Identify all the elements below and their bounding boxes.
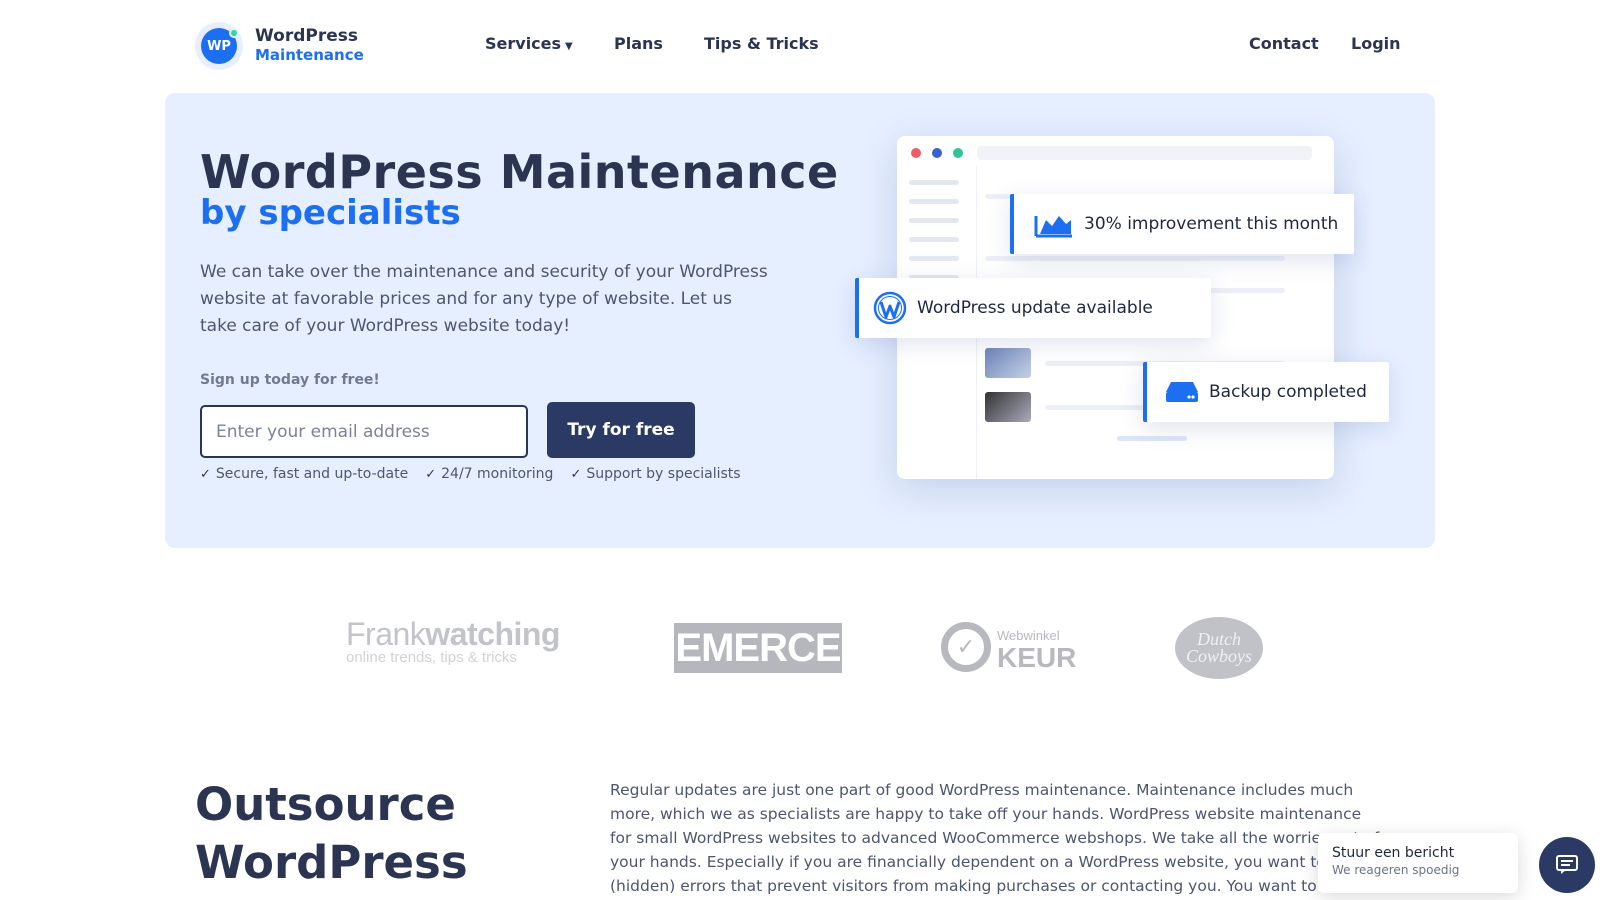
nav-services-label: Services: [485, 34, 562, 53]
benefit-item: ✓ Secure, fast and up-to-date: [200, 466, 408, 482]
benefit-item: ✓ Support by specialists: [570, 466, 740, 482]
frankwatching-logo[interactable]: Frankwatching online trends, tips & tric…: [346, 616, 560, 666]
site-logo[interactable]: WP WordPress Maintenance: [195, 22, 364, 70]
improvement-text: 30% improvement this month: [1084, 214, 1339, 234]
update-notification: WordPress update available: [855, 278, 1211, 338]
mock-line: [985, 256, 1285, 261]
outsource-title-line1: Outsource: [195, 778, 456, 831]
window-dot-blue: [932, 148, 942, 158]
benefit-label: Secure, fast and up-to-date: [215, 466, 409, 482]
dutch-cowboys-logo[interactable]: Dutch Cowboys: [1175, 617, 1263, 679]
benefit-label: Support by specialists: [586, 466, 741, 482]
logo-status-dot: [229, 28, 239, 38]
nav-plans[interactable]: Plans: [614, 34, 663, 53]
hero-title: WordPress Maintenance: [200, 145, 839, 199]
check-icon: ✓: [200, 466, 211, 482]
keur-big-text: KEUR: [997, 642, 1077, 673]
outsource-text: Regular updates are just one part of goo…: [610, 781, 1379, 895]
improvement-notification: 30% improvement this month: [1010, 194, 1354, 254]
logo-text: WordPress Maintenance: [255, 27, 364, 65]
window-dot-green: [953, 148, 963, 158]
window-controls: [911, 148, 974, 158]
logo-line2: Maintenance: [255, 46, 364, 64]
mock-link-line: [1117, 436, 1187, 441]
emerce-logo[interactable]: EMERCE: [674, 623, 842, 673]
benefits-list: ✓ Secure, fast and up-to-date ✓ 24/7 mon…: [200, 466, 758, 482]
frankwatching-logo-part1: Frank: [346, 616, 426, 652]
benefit-item: ✓ 24/7 monitoring: [425, 466, 553, 482]
backup-notification: Backup completed: [1143, 362, 1389, 422]
outsource-title: Outsource WordPress: [195, 776, 468, 892]
signup-label: Sign up today for free!: [200, 372, 380, 388]
email-input[interactable]: [200, 405, 528, 458]
chat-title: Stuur een bericht: [1332, 845, 1455, 861]
try-for-free-button[interactable]: Try for free: [547, 402, 695, 458]
check-icon: ✓: [425, 466, 437, 482]
outsource-title-line2: WordPress: [195, 836, 468, 889]
keur-check-icon: ✓: [941, 622, 991, 672]
hero-subtitle: by specialists: [200, 193, 461, 233]
nav-contact[interactable]: Contact: [1249, 34, 1319, 53]
update-text: WordPress update available: [917, 298, 1153, 318]
window-dot-red: [911, 148, 921, 158]
nav-login[interactable]: Login: [1351, 34, 1401, 53]
nav-services[interactable]: Services ▼: [485, 34, 573, 53]
wordpress-icon: [873, 291, 907, 325]
frankwatching-logo-part2: watching: [425, 616, 560, 652]
mock-url-bar: [977, 146, 1312, 160]
benefit-label: 24/7 monitoring: [441, 466, 554, 482]
server-icon: [1166, 382, 1198, 402]
hero-description: We can take over the maintenance and sec…: [200, 262, 768, 336]
backup-text: Backup completed: [1209, 382, 1367, 402]
chat-subtitle: We reageren spoedig: [1332, 863, 1460, 877]
logo-mark-icon: WP: [195, 22, 243, 70]
check-icon: ✓: [570, 466, 582, 482]
chevron-down-icon: ▼: [565, 41, 573, 52]
nav-tips-tricks[interactable]: Tips & Tricks: [704, 34, 819, 53]
webwinkelkeur-logo[interactable]: ✓ Webwinkel KEUR: [941, 622, 1076, 672]
chat-prompt-bubble[interactable]: Stuur een bericht We reageren spoedig: [1318, 833, 1518, 893]
area-chart-icon: [1034, 216, 1072, 238]
logo-line1: WordPress: [255, 26, 358, 46]
site-header: WP WordPress Maintenance Services ▼ Plans…: [0, 0, 1600, 90]
chat-open-button[interactable]: [1539, 837, 1595, 893]
chat-icon: [1556, 855, 1578, 874]
